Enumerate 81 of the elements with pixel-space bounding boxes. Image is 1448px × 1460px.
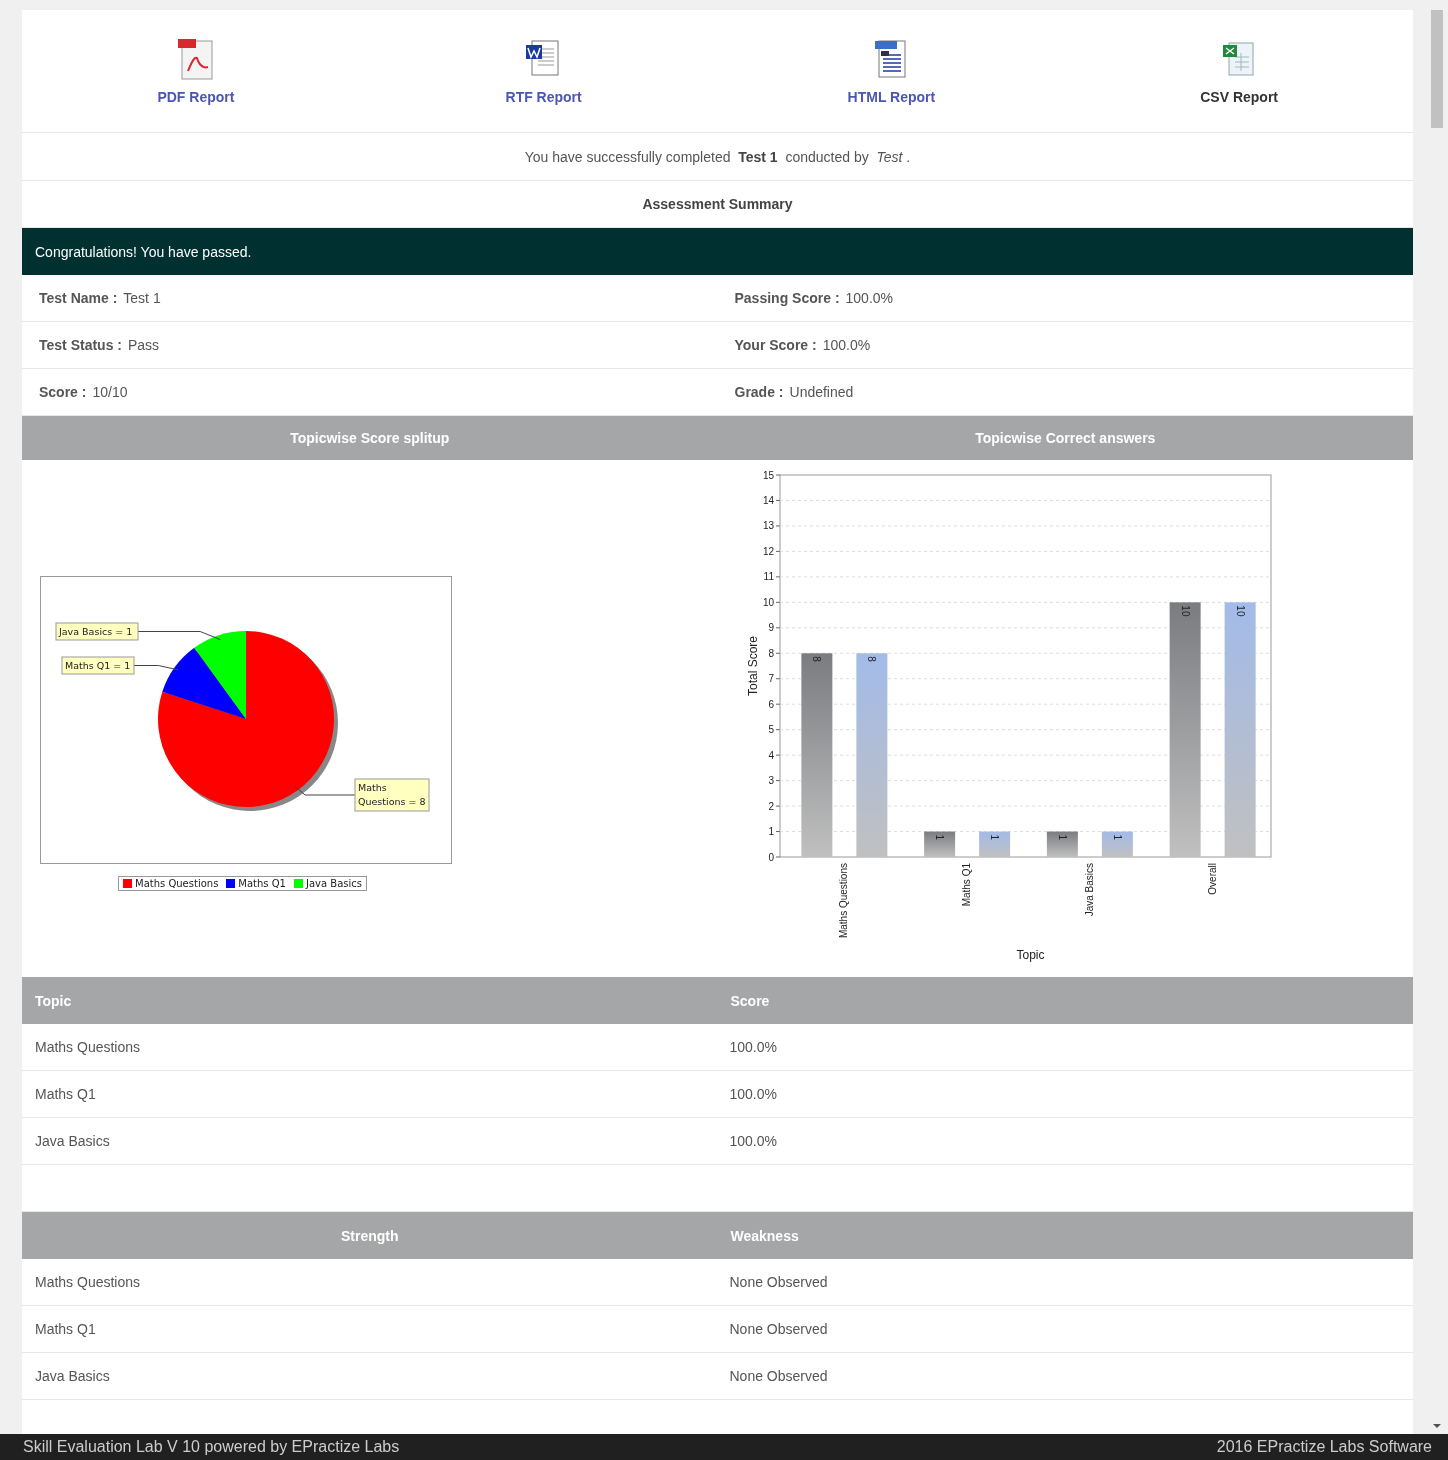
bar-value-label: 8 [810,656,822,662]
field-value: 10/10 [92,384,128,400]
bar-value-label: 8 [865,656,877,662]
scroll-down-arrow-icon[interactable] [1433,1424,1441,1428]
table-cell-text: None Observed [728,1367,829,1386]
axis-tick-label: 14 [762,494,774,506]
field-label: Test Status : [39,337,122,353]
field-value: Test 1 [123,290,161,306]
table-cell-text: Maths Questions [34,1038,142,1057]
slice-label: Maths Q1 = 1 [61,656,135,675]
table-cell-text: 100.0% [728,1085,778,1104]
field-label: Grade : [734,384,784,400]
slice-label: Java Basics = 1 [55,622,139,641]
field-value: Pass [128,337,160,353]
legend-label: Java Basics [306,878,362,889]
completion-message: You have successfully completed Test 1 conducted by Test . [524,148,911,165]
category-label: Java Basics [1083,863,1095,917]
axis-tick-label: 3 [767,775,774,787]
axis-title: Total Score [745,636,760,696]
table-cell-text: None Observed [728,1273,829,1292]
table-cell-text: Java Basics [34,1367,111,1386]
table-cell-text: Maths Questions [34,1273,142,1292]
chart-title: Topicwise Score splitup [289,429,451,448]
column-header: Topic [34,991,73,1011]
report-link[interactable]: HTML Report [717,10,1066,132]
report-link[interactable]: CSV Report [1065,10,1413,132]
bar-value-label: 10 [1234,605,1246,617]
axis-tick-label: 2 [767,800,774,812]
axis-tick-label: 12 [762,545,774,557]
field-label: Your Score : [734,337,817,353]
slice-label: Maths Questions = 8 [354,778,430,812]
axis-tick-label: 11 [763,571,774,583]
bar-value-label: 1 [1111,834,1123,841]
bar-value-label: 1 [933,834,945,841]
field-value: 100.0% [845,290,894,306]
category-label: Maths Questions [837,863,849,939]
data-label: Maths Q1 = 1 [65,660,131,671]
data-label: Java Basics = 1 [58,626,133,637]
field-label: Passing Score : [734,290,840,306]
axis-tick-label: 8 [767,647,774,659]
bar-value-label: 1 [988,834,1000,841]
axis-tick-label: 13 [762,520,774,532]
report-link[interactable]: PDF Report [22,10,370,132]
scrollbar-thumb[interactable] [1431,10,1443,128]
legend-label: Maths Q1 [238,878,286,889]
axis-tick-label: 1 [767,826,774,838]
column-header: Strength [339,1226,400,1246]
field-value: 100.0% [822,337,871,353]
leader-line [294,786,356,796]
legend-label: Maths Questions [135,878,219,889]
table-cell-text: Maths Q1 [34,1085,97,1104]
footer-text: 2016 EPractize Labs Software [1216,1437,1432,1457]
axis-tick-label: 5 [767,724,774,736]
success-banner: Congratulations! You have passed. [22,228,1413,275]
section-title: Assessment Summary [642,196,793,212]
axis-title: Topic [1016,948,1044,962]
table-cell-text: 100.0% [728,1038,778,1057]
axis-tick-label: 15 [762,469,774,481]
axis-tick-label: 0 [767,851,774,863]
column-header: Weakness [729,1226,800,1246]
column-header: Score [729,991,771,1011]
report-link[interactable]: RTF Report [369,10,718,132]
category-label: Overall [1206,863,1218,895]
chart-title: Topicwise Correct answers [974,429,1157,448]
axis-tick-label: 4 [767,749,774,761]
axis-tick-label: 6 [767,698,774,710]
bar-value-label: 10 [1179,605,1191,617]
category-label: Maths Q1 [960,863,972,907]
table-cell-text: None Observed [728,1320,829,1339]
bar-value-label: 1 [1056,834,1068,841]
axis-tick-label: 7 [767,673,774,685]
field-value: Undefined [789,384,854,400]
axis-tick-label: 10 [762,596,774,608]
field-label: Score : [39,384,87,400]
table-cell-text: Java Basics [34,1132,111,1151]
leader-line [133,665,179,671]
table-cell-text: 100.0% [728,1132,778,1151]
footer-text: Skill Evaluation Lab V 10 powered by EPractize Labs [23,1437,400,1457]
table-cell-text: Maths Q1 [34,1320,97,1339]
axis-tick-label: 9 [767,622,774,634]
field-label: Test Name : [39,290,118,306]
